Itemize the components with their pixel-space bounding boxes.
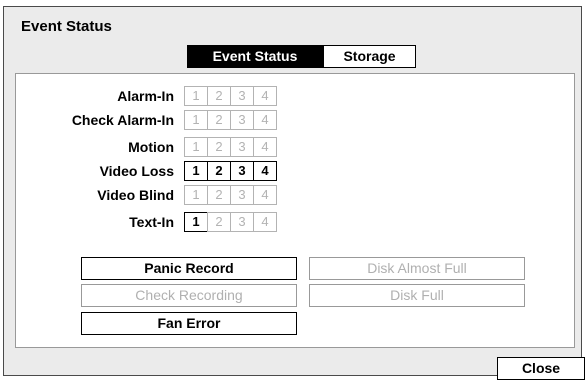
channel-box: 1 [184,110,208,130]
panic-record-indicator: Panic Record [81,257,297,280]
tab-storage[interactable]: Storage [323,45,416,68]
channel-box: 2 [207,137,231,157]
row-label-video-blind: Video Blind [97,187,174,203]
channel-box: 3 [230,110,254,130]
channel-box: 1 [184,161,208,181]
channel-box: 3 [230,86,254,106]
event-status-dialog: Event Status Event Status Storage Alarm-… [3,6,585,380]
row-label-motion: Motion [128,139,174,155]
channel-box: 4 [253,212,277,232]
row-label-check-alarm-in: Check Alarm-In [71,112,174,128]
channel-box: 2 [207,185,231,205]
dialog-title: Event Status [21,18,112,35]
channel-box: 2 [207,161,231,181]
channel-box: 2 [207,212,231,232]
row-label-video-loss: Video Loss [99,163,174,179]
close-button[interactable]: Close [497,357,585,380]
channel-box: 1 [184,137,208,157]
row-label-text-in: Text-In [129,214,174,230]
disk-almost-full-indicator: Disk Almost Full [309,257,525,280]
channel-box: 4 [253,161,277,181]
channel-box: 2 [207,86,231,106]
video-loss-channels: 1234 [184,161,277,181]
video-blind-channels: 1234 [184,185,277,205]
channel-box: 4 [253,185,277,205]
row-label-alarm-in: Alarm-In [117,88,174,104]
channel-box: 4 [253,110,277,130]
alarm-in-channels: 1234 [184,86,277,106]
tab-event-status[interactable]: Event Status [187,45,323,68]
channel-box: 3 [230,212,254,232]
channel-box: 4 [253,137,277,157]
channel-box: 4 [253,86,277,106]
channel-box: 3 [230,161,254,181]
text-in-channels: 1234 [184,212,277,232]
check-alarm-in-channels: 1234 [184,110,277,130]
motion-channels: 1234 [184,137,277,157]
event-status-panel: Alarm-In Check Alarm-In Motion Video Los… [15,73,575,348]
channel-box: 1 [184,185,208,205]
disk-full-indicator: Disk Full [309,284,525,307]
channel-box: 1 [184,86,208,106]
check-recording-indicator: Check Recording [81,284,297,307]
channel-box: 2 [207,110,231,130]
fan-error-indicator: Fan Error [81,312,297,335]
channel-box: 3 [230,185,254,205]
channel-box: 1 [184,212,208,232]
channel-box: 3 [230,137,254,157]
